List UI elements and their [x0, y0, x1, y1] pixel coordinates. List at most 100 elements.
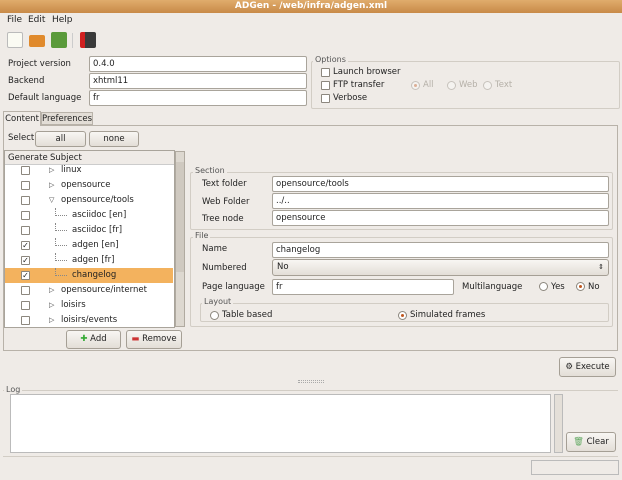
tree-row[interactable]: ▷ loisirs — [5, 298, 173, 313]
subject-label: asciidoc [fr] — [72, 225, 123, 235]
tree-line — [55, 268, 67, 276]
default-language-label: Default language — [8, 93, 82, 103]
expander-collapsed-icon[interactable]: ▷ — [49, 283, 54, 298]
radio-all[interactable] — [411, 81, 420, 90]
select-label: Select — [8, 133, 35, 143]
project-version-label: Project version — [8, 59, 71, 69]
pane-splitter-handle[interactable] — [298, 380, 324, 383]
log-scrollbar[interactable] — [554, 394, 563, 453]
add-button[interactable]: ✚ Add — [66, 330, 121, 349]
simulated-frames-radio[interactable] — [398, 311, 407, 320]
gear-icon: ⚙ — [565, 362, 573, 372]
tree-row[interactable]: ✓ adgen [fr] — [5, 253, 173, 268]
menu-file[interactable]: File — [7, 15, 22, 25]
tree-scrollbar[interactable] — [175, 151, 185, 327]
title-bar: ADGen - /web/infra/adgen.xml — [0, 0, 622, 13]
select-all-button[interactable]: all — [35, 131, 86, 147]
web-folder-input[interactable]: ../.. — [272, 193, 609, 209]
radio-web-label: Web — [459, 80, 478, 90]
expander-collapsed-icon[interactable]: ▷ — [49, 313, 54, 327]
backend-input[interactable]: xhtml11 — [89, 73, 307, 89]
ftp-transfer-checkbox[interactable] — [321, 81, 330, 90]
backend-label: Backend — [8, 76, 45, 86]
subject-label: adgen [fr] — [72, 255, 115, 265]
name-input[interactable]: changelog — [272, 242, 609, 258]
tree-row[interactable]: asciidoc [en] — [5, 208, 173, 223]
expander-expanded-icon[interactable]: ▽ — [49, 193, 54, 208]
generate-checkbox[interactable] — [21, 196, 30, 205]
tree-line — [55, 208, 67, 216]
subject-label: loisirs — [61, 300, 86, 310]
generate-checkbox[interactable] — [21, 181, 30, 190]
text-folder-input[interactable]: opensource/tools — [272, 176, 609, 192]
tree-row[interactable]: ▷ linux — [5, 163, 173, 178]
add-label: Add — [90, 334, 107, 344]
page-language-input[interactable]: fr — [272, 279, 454, 295]
select-none-button[interactable]: none — [89, 131, 139, 147]
generate-checkbox[interactable] — [21, 316, 30, 325]
project-version-input[interactable]: 0.4.0 — [89, 56, 307, 72]
generate-checkbox[interactable]: ✓ — [21, 256, 30, 265]
menu-help[interactable]: Help — [52, 15, 73, 25]
tree-row[interactable]: asciidoc [fr] — [5, 223, 173, 238]
tree-row[interactable]: ▷ opensource — [5, 178, 173, 193]
generate-checkbox[interactable]: ✓ — [21, 241, 30, 250]
remove-button[interactable]: ▬ Remove — [126, 330, 182, 349]
tree-row[interactable]: ▷ loisirs/events — [5, 313, 173, 327]
radio-text[interactable] — [483, 81, 492, 90]
save-icon[interactable] — [51, 32, 67, 48]
tree-line — [55, 253, 67, 261]
radio-all-label: All — [423, 80, 434, 90]
clear-button[interactable]: 🗑 Clear — [566, 432, 616, 452]
tree-line — [55, 223, 67, 231]
generate-checkbox[interactable] — [21, 226, 30, 235]
table-based-label: Table based — [222, 310, 273, 320]
section-title: Section — [193, 166, 227, 175]
tree-scrollbar-thumb[interactable] — [176, 162, 184, 272]
generate-checkbox[interactable] — [21, 301, 30, 310]
simulated-frames-label: Simulated frames — [410, 310, 486, 320]
log-title: Log — [4, 385, 23, 394]
generate-checkbox[interactable]: ✓ — [21, 271, 30, 280]
file-title: File — [193, 231, 211, 240]
subject-label: adgen [en] — [72, 240, 119, 250]
numbered-select[interactable]: No ⇕ — [272, 259, 609, 276]
minus-icon: ▬ — [131, 334, 140, 344]
multilanguage-no-radio[interactable] — [576, 282, 585, 291]
generate-checkbox[interactable] — [21, 166, 30, 175]
radio-web[interactable] — [447, 81, 456, 90]
progress-bar — [531, 460, 619, 475]
tree-row[interactable]: ▷ opensource/internet — [5, 283, 173, 298]
execute-label: Execute — [575, 362, 610, 372]
name-label: Name — [202, 244, 228, 254]
generate-checkbox[interactable] — [21, 286, 30, 295]
verbose-checkbox[interactable] — [321, 94, 330, 103]
subject-label: linux — [61, 165, 82, 175]
log-textarea[interactable] — [10, 394, 551, 453]
open-icon[interactable] — [29, 35, 45, 47]
expander-collapsed-icon[interactable]: ▷ — [49, 298, 54, 313]
tab-preferences[interactable]: Preferences — [41, 112, 93, 125]
spinner-icon: ⇕ — [598, 263, 604, 271]
generate-checkbox[interactable] — [21, 211, 30, 220]
expander-collapsed-icon[interactable]: ▷ — [49, 163, 54, 178]
table-based-radio[interactable] — [210, 311, 219, 320]
default-language-input[interactable]: fr — [89, 90, 307, 106]
tree-node-input[interactable]: opensource — [272, 210, 609, 226]
new-icon[interactable] — [7, 32, 23, 48]
quit-icon[interactable] — [80, 32, 96, 48]
tab-content[interactable]: Content — [3, 111, 41, 126]
tree-row[interactable]: ✓ adgen [en] — [5, 238, 173, 253]
tree-line — [55, 238, 67, 246]
radio-text-label: Text — [495, 80, 513, 90]
multilanguage-yes-radio[interactable] — [539, 282, 548, 291]
tree-row[interactable]: ✓ changelog — [5, 268, 173, 283]
plus-icon: ✚ — [80, 334, 88, 344]
remove-label: Remove — [142, 334, 177, 344]
launch-browser-checkbox[interactable] — [321, 68, 330, 77]
expander-collapsed-icon[interactable]: ▷ — [49, 178, 54, 193]
menu-edit[interactable]: Edit — [28, 15, 45, 25]
subject-tree: Generate Subject ▷ linux ▷ opensource ▽ opens… — [4, 150, 175, 328]
execute-button[interactable]: ⚙ Execute — [559, 357, 616, 377]
tree-row[interactable]: ▽ opensource/tools — [5, 193, 173, 208]
